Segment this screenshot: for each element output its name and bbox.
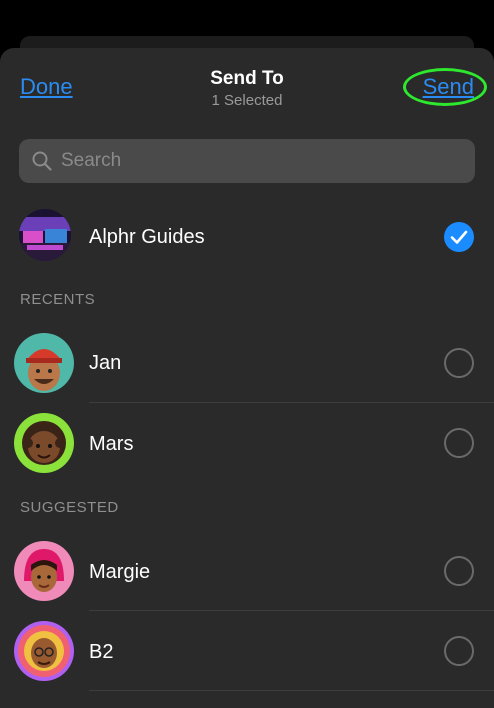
send-button[interactable]: Send xyxy=(423,74,474,100)
checkmark-icon xyxy=(450,230,468,244)
contact-row-mars[interactable]: Mars xyxy=(0,413,494,485)
contact-row-alphr-guides[interactable]: Alphr Guides xyxy=(0,206,494,278)
section-header-recents: RECENTS xyxy=(20,291,96,308)
selected-checkbox[interactable] xyxy=(444,222,474,252)
section-header-suggested: SUGGESTED xyxy=(20,499,119,516)
contact-name: B2 xyxy=(89,641,114,663)
search-placeholder: Search xyxy=(61,150,122,171)
contact-name: Jan xyxy=(89,352,122,374)
sheet-title: Send To xyxy=(210,68,284,89)
avatar xyxy=(14,621,74,681)
search-icon xyxy=(32,151,52,171)
select-radio[interactable] xyxy=(444,428,474,458)
contact-name: Margie xyxy=(89,561,151,583)
contact-row-margie[interactable]: Margie xyxy=(0,541,494,613)
divider xyxy=(89,690,494,691)
contact-name: Mars xyxy=(89,433,134,455)
search-input[interactable]: Search xyxy=(19,139,475,183)
contact-name: Alphr Guides xyxy=(89,226,205,248)
avatar xyxy=(19,209,71,261)
selected-count: 1 Selected xyxy=(211,92,283,109)
contact-row-jan[interactable]: Jan xyxy=(0,333,494,405)
avatar xyxy=(14,413,74,473)
select-radio[interactable] xyxy=(444,636,474,666)
avatar xyxy=(14,333,74,393)
divider xyxy=(89,402,494,403)
select-radio[interactable] xyxy=(444,556,474,586)
avatar xyxy=(14,541,74,601)
select-radio[interactable] xyxy=(444,348,474,378)
contact-row-b2[interactable]: B2 xyxy=(0,621,494,693)
divider xyxy=(89,610,494,611)
